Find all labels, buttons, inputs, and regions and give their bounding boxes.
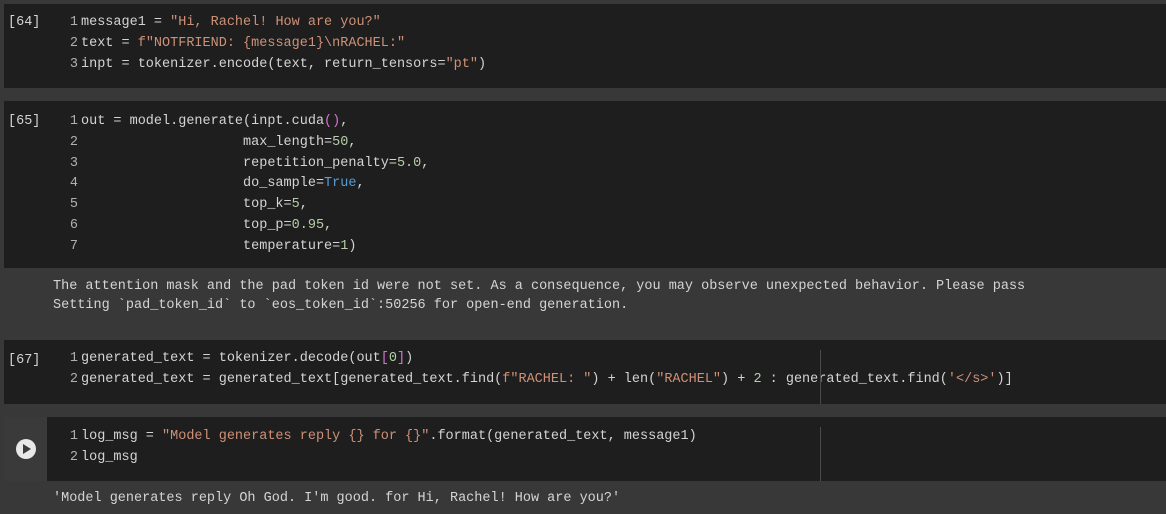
- code-token: ): [348, 238, 357, 254]
- code-cell-active[interactable]: 1 log_msg = "Model generates reply {} for…: [4, 417, 1166, 481]
- execution-count: [67]: [8, 353, 41, 368]
- code-token: ,: [340, 114, 349, 129]
- line-number: 6: [69, 217, 78, 233]
- cell-output-65: The attention mask and the pad token id …: [4, 270, 1166, 330]
- code-token: f"NOTFRIEND: {message1}\nRACHEL:": [137, 35, 406, 51]
- code-token: ,: [356, 176, 365, 192]
- line-number: 2: [69, 449, 78, 465]
- code-line[interactable]: 4 do_sample=True,: [62, 174, 429, 195]
- code-token: "pt": [445, 56, 478, 72]
- ruler-line: [820, 350, 821, 404]
- code-cell-65[interactable]: [65] 1 out = model.generate(inpt.cuda(), 2…: [4, 101, 1166, 268]
- code-token: text =: [81, 35, 138, 51]
- code-token: "Model generates reply {} for {}": [162, 429, 430, 444]
- code-token: ,: [348, 134, 357, 150]
- code-token: 5.0: [396, 155, 422, 171]
- code-line[interactable]: 3 repetition_penalty=5.0,: [62, 154, 429, 175]
- code-token: [: [380, 351, 389, 366]
- code-token: 50: [332, 134, 349, 150]
- execution-count: [64]: [8, 15, 41, 30]
- code-token: ,: [421, 155, 430, 171]
- code-token: (): [324, 114, 341, 129]
- output-line: Setting `pad_token_id` to `eos_token_id`…: [53, 298, 629, 313]
- code-cell-67[interactable]: [67] 1 generated_text = tokenizer.decode(…: [4, 340, 1166, 404]
- code-token: 5: [291, 197, 300, 213]
- code-line[interactable]: 3 inpt = tokenizer.encode(text, return_te…: [62, 55, 486, 76]
- code-line[interactable]: 2 text = f"NOTFRIEND: {message1}\nRACHEL:…: [62, 34, 486, 55]
- code-line[interactable]: 7 temperature=1): [62, 237, 429, 258]
- code-token: ) + len(: [591, 371, 657, 387]
- code-token: top_k=: [81, 197, 292, 213]
- code-token: )]: [996, 371, 1013, 387]
- cell-output-active: 'Model generates reply Oh God. I'm good.…: [4, 483, 1166, 514]
- line-number: 1: [69, 429, 78, 444]
- code-line[interactable]: 1 out = model.generate(inpt.cuda(),: [62, 112, 429, 133]
- code-line[interactable]: 2 generated_text = generated_text[generat…: [62, 370, 1013, 391]
- code-token: log_msg: [81, 449, 138, 465]
- code-token: ,: [324, 217, 333, 233]
- code-token: 0.95: [291, 217, 325, 233]
- code-line[interactable]: 6 top_p=0.95,: [62, 216, 429, 237]
- code-token: "Hi, Rachel! How are you?": [170, 15, 381, 30]
- code-token: ): [405, 351, 414, 366]
- code-token: : generated_text.find(: [761, 371, 948, 387]
- code-token: log_msg =: [81, 429, 163, 444]
- code-line[interactable]: 5 top_k=5,: [62, 195, 429, 216]
- line-number: 2: [69, 371, 78, 387]
- code-token: 2: [753, 371, 762, 387]
- line-number: 1: [69, 114, 78, 129]
- code-token: '</s>': [947, 371, 997, 387]
- code-token: f"RACHEL: ": [502, 371, 592, 387]
- ruler-line: [820, 427, 821, 481]
- code-editor[interactable]: 1 message1 = "Hi, Rachel! How are you?" 2 t…: [62, 13, 486, 75]
- code-token: ): [477, 56, 487, 72]
- code-token: top_p=: [81, 217, 292, 233]
- code-token: do_sample=: [81, 176, 325, 192]
- code-cell-64[interactable]: [64] 1 message1 = "Hi, Rachel! How are yo…: [4, 4, 1166, 88]
- code-token: 0: [388, 351, 397, 366]
- run-cell-button[interactable]: [4, 417, 47, 481]
- code-token: inpt = tokenizer.encode(text, return_ten…: [81, 56, 446, 72]
- notebook: [64] 1 message1 = "Hi, Rachel! How are yo…: [0, 0, 1166, 514]
- code-line[interactable]: 2 log_msg: [62, 448, 697, 469]
- line-number: 5: [69, 197, 78, 213]
- line-number: 2: [69, 35, 78, 51]
- code-token: "RACHEL": [656, 371, 722, 387]
- code-token: temperature=: [81, 238, 341, 254]
- code-line[interactable]: 1 message1 = "Hi, Rachel! How are you?": [62, 13, 486, 34]
- code-token: out = model.generate(inpt.cuda: [81, 114, 325, 129]
- code-token: ) +: [721, 371, 754, 387]
- code-token: generated_text = generated_text[generate…: [81, 371, 503, 387]
- line-number: 2: [69, 134, 78, 150]
- code-editor[interactable]: 1 out = model.generate(inpt.cuda(), 2 max_…: [62, 112, 429, 258]
- line-number: 3: [69, 155, 78, 171]
- code-token: ,: [299, 197, 308, 213]
- code-token: ]: [396, 351, 406, 366]
- code-token: max_length=: [81, 134, 333, 150]
- code-editor[interactable]: 1 log_msg = "Model generates reply {} for…: [62, 427, 697, 469]
- code-token: message1 =: [81, 15, 171, 30]
- line-number: 7: [69, 238, 78, 254]
- execution-count: [65]: [8, 114, 41, 129]
- play-circle-icon: [15, 439, 36, 459]
- code-editor[interactable]: 1 generated_text = tokenizer.decode(out[0…: [62, 349, 1013, 391]
- line-number: 3: [69, 56, 78, 72]
- code-token: True: [324, 176, 357, 192]
- output-line: 'Model generates reply Oh God. I'm good.…: [53, 491, 621, 506]
- line-number: 1: [69, 351, 78, 366]
- code-line[interactable]: 1 generated_text = tokenizer.decode(out[0…: [62, 349, 1013, 370]
- code-token: repetition_penalty=: [81, 155, 397, 171]
- code-token: .format(generated_text, message1): [429, 429, 697, 444]
- code-line[interactable]: 1 log_msg = "Model generates reply {} for…: [62, 427, 697, 448]
- output-line: The attention mask and the pad token id …: [53, 279, 1026, 294]
- line-number: 1: [69, 15, 78, 30]
- code-token: generated_text = tokenizer.decode(out: [81, 351, 381, 366]
- code-line[interactable]: 2 max_length=50,: [62, 133, 429, 154]
- line-number: 4: [69, 176, 78, 192]
